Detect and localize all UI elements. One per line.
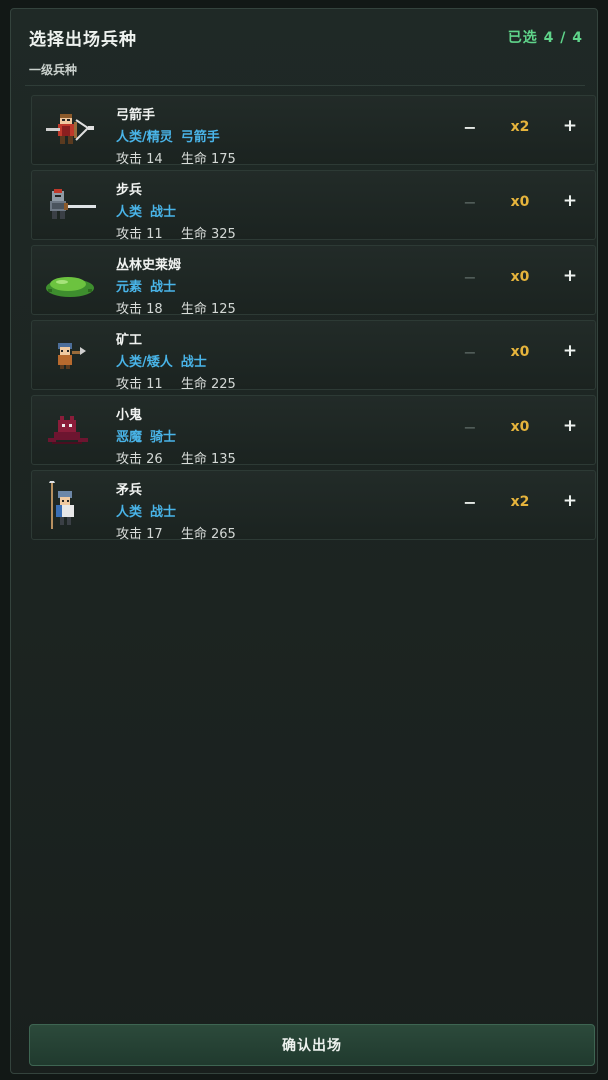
jungle-slime-sprite <box>46 277 94 297</box>
increase-button[interactable]: + <box>560 341 580 361</box>
hp-value: 225 <box>211 377 236 392</box>
unit-class-tag: 战士 <box>150 505 177 520</box>
unit-row-imp[interactable]: 小鬼 恶魔 骑士 攻击 26 生命 135 − x0 + <box>31 395 596 467</box>
decrease-button[interactable]: − <box>460 418 480 437</box>
unit-count: x2 <box>510 494 530 510</box>
unit-name: 步兵 <box>116 183 143 198</box>
unit-race-tag: 人类 <box>116 205 143 220</box>
unit-name: 矛兵 <box>116 483 143 498</box>
unit-stats: 攻击 26 生命 135 <box>116 448 236 467</box>
increase-button[interactable]: + <box>560 491 580 511</box>
increase-button[interactable]: + <box>560 116 580 136</box>
hp-label: 生命 <box>180 527 207 542</box>
attack-value: 18 <box>146 302 163 317</box>
header-divider <box>25 85 585 86</box>
unit-tags: 恶魔 骑士 <box>116 426 176 445</box>
archer-sprite <box>46 114 94 144</box>
attack-value: 26 <box>146 452 163 467</box>
unit-race-tag: 人类/矮人 <box>116 355 173 370</box>
unit-count: x0 <box>510 344 530 360</box>
unit-row-archer[interactable]: 弓箭手 人类/精灵 弓箭手 攻击 14 生命 175 − x2 + <box>31 95 596 167</box>
unit-stats: 攻击 14 生命 175 <box>116 148 236 167</box>
decrease-button[interactable]: − <box>460 193 480 212</box>
unit-list: 弓箭手 人类/精灵 弓箭手 攻击 14 生命 175 − x2 + 步兵 人类 … <box>31 95 596 545</box>
unit-count: x0 <box>510 194 530 210</box>
decrease-button[interactable]: − <box>460 493 480 512</box>
unit-stats: 攻击 11 生命 225 <box>116 373 236 392</box>
hp-label: 生命 <box>180 452 207 467</box>
hp-label: 生命 <box>180 377 207 392</box>
unit-tags: 元素 战士 <box>116 276 176 295</box>
attack-label: 攻击 <box>116 377 143 392</box>
unit-count: x0 <box>510 419 530 435</box>
attack-label: 攻击 <box>116 452 143 467</box>
hp-value: 325 <box>211 227 236 242</box>
unit-row-spearman[interactable]: 矛兵 人类 战士 攻击 17 生命 265 − x2 + <box>31 470 596 542</box>
attack-value: 17 <box>146 527 163 542</box>
unit-name: 丛林史莱姆 <box>116 258 182 273</box>
unit-stats: 攻击 18 生命 125 <box>116 298 236 317</box>
section-title: 一级兵种 <box>29 63 78 77</box>
attack-value: 11 <box>146 227 163 242</box>
hp-value: 265 <box>211 527 236 542</box>
hp-label: 生命 <box>180 302 207 317</box>
unit-count: x2 <box>510 119 530 135</box>
selected-counter: 已选 4 / 4 <box>477 27 597 47</box>
hp-value: 135 <box>211 452 236 467</box>
panel-title: 选择出场兵种 <box>29 30 137 50</box>
unit-stats: 攻击 11 生命 325 <box>116 223 236 242</box>
unit-class-tag: 战士 <box>150 280 177 295</box>
imp-sprite <box>48 416 88 444</box>
increase-button[interactable]: + <box>560 416 580 436</box>
footman-sprite <box>50 189 96 219</box>
unit-class-tag: 弓箭手 <box>180 130 220 145</box>
decrease-button[interactable]: − <box>460 268 480 287</box>
unit-race-tag: 恶魔 <box>116 430 143 445</box>
unit-class-tag: 战士 <box>150 205 177 220</box>
attack-value: 14 <box>146 152 163 167</box>
unit-race-tag: 元素 <box>116 280 143 295</box>
miner-sprite <box>58 343 86 369</box>
hp-label: 生命 <box>180 152 207 167</box>
hp-value: 125 <box>211 302 236 317</box>
decrease-button[interactable]: − <box>460 343 480 362</box>
unit-race-tag: 人类/精灵 <box>116 130 173 145</box>
hp-label: 生命 <box>180 227 207 242</box>
unit-tags: 人类 战士 <box>116 201 176 220</box>
unit-stats: 攻击 17 生命 265 <box>116 523 236 542</box>
hp-value: 175 <box>211 152 236 167</box>
unit-tags: 人类 战士 <box>116 501 176 520</box>
selected-count: 4 / 4 <box>543 30 583 46</box>
decrease-button[interactable]: − <box>460 118 480 137</box>
unit-row-jungle-slime[interactable]: 丛林史莱姆 元素 战士 攻击 18 生命 125 − x0 + <box>31 245 596 317</box>
confirm-deploy-button[interactable]: 确认出场 <box>29 1024 595 1066</box>
increase-button[interactable]: + <box>560 266 580 286</box>
unit-row-footman[interactable]: 步兵 人类 战士 攻击 11 生命 325 − x0 + <box>31 170 596 242</box>
attack-value: 11 <box>146 377 163 392</box>
unit-name: 小鬼 <box>116 408 143 423</box>
attack-label: 攻击 <box>116 527 143 542</box>
unit-name: 矿工 <box>116 333 143 348</box>
attack-label: 攻击 <box>116 152 143 167</box>
unit-race-tag: 人类 <box>116 505 143 520</box>
unit-select-panel: 选择出场兵种 已选 4 / 4 一级兵种 弓箭手 人类/精灵 弓箭手 攻击 14… <box>10 8 598 1074</box>
unit-count: x0 <box>510 269 530 285</box>
increase-button[interactable]: + <box>560 191 580 211</box>
unit-class-tag: 骑士 <box>150 430 177 445</box>
spearman-sprite <box>49 481 74 529</box>
unit-name: 弓箭手 <box>116 108 156 123</box>
unit-tags: 人类/矮人 战士 <box>116 351 207 370</box>
unit-class-tag: 战士 <box>180 355 207 370</box>
unit-tags: 人类/精灵 弓箭手 <box>116 126 220 145</box>
selected-label: 已选 <box>507 30 538 46</box>
unit-row-miner[interactable]: 矿工 人类/矮人 战士 攻击 11 生命 225 − x0 + <box>31 320 596 392</box>
attack-label: 攻击 <box>116 227 143 242</box>
attack-label: 攻击 <box>116 302 143 317</box>
